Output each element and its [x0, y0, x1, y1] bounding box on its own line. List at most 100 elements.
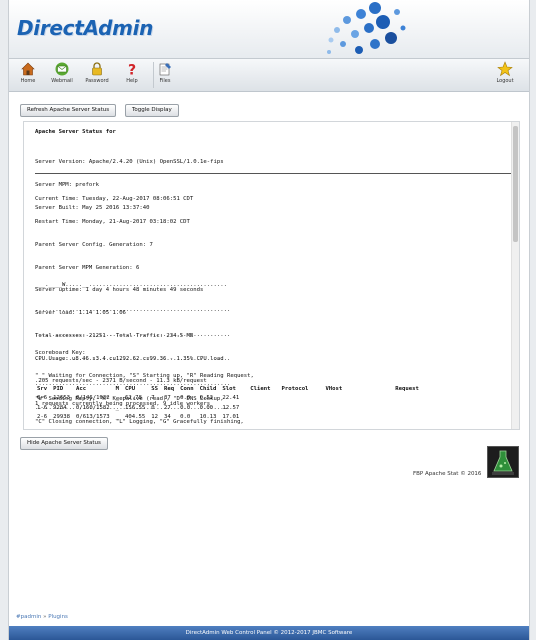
col-m: M [115, 385, 120, 392]
cell: 37 [163, 395, 171, 402]
cell [311, 394, 392, 404]
cell: 0.0 [180, 414, 191, 421]
scoreboard-key-line: "_" Waiting for Connection, "S" Starting… [35, 372, 254, 379]
plugin-badge-image [487, 446, 519, 478]
svg-text:?: ? [128, 63, 136, 78]
help-icon: ? [128, 63, 136, 78]
breadcrumb-root[interactable]: #padmin [16, 614, 41, 620]
scoreboard-line: .. [35, 429, 230, 430]
cell: 0/613/1573 [75, 414, 110, 421]
cell: 404.55 [125, 414, 146, 421]
status-title: Apache Server Status for [35, 129, 116, 135]
cell [392, 394, 422, 404]
breadcrumb-separator: » [43, 614, 47, 620]
breadcrumb: #padmin » Plugins [16, 614, 68, 620]
col-conn: Conn [180, 385, 194, 392]
col-ss: SS [151, 385, 158, 392]
breadcrumb-current[interactable]: Plugins [48, 614, 68, 620]
cell: 0.0 [180, 404, 191, 411]
refresh-status-button[interactable]: Refresh Apache Server Status [20, 104, 117, 117]
table-row: 1-6 9284 0/160/1582 _ 156.55 0 27 0.0 0.… [34, 403, 422, 413]
cell: 0/146/1932 [75, 395, 110, 402]
cell: 12653 [53, 395, 70, 402]
metric-restart-time: Restart Time: Monday, 21-Aug-2017 03:18:… [35, 218, 190, 225]
col-request: Request [395, 385, 419, 392]
server-version: Server Version: Apache/2.4.20 (Unix) Ope… [35, 159, 224, 166]
col-req: Req [163, 385, 175, 392]
col-protocol: Protocol [281, 385, 309, 392]
cell: 10.13 [199, 414, 217, 421]
cell: 0 [151, 404, 155, 411]
logout-icon [497, 61, 513, 77]
toolbar-label-home: Home [20, 78, 36, 84]
col-child: Child [199, 385, 217, 392]
cell [242, 413, 273, 423]
cell: _ [115, 414, 120, 421]
cell [392, 403, 422, 413]
toolbar-webmail[interactable]: Webmail [42, 61, 82, 84]
worker-table-header: Srv PID Acc M CPU SS Req Conn Child Slot… [34, 384, 422, 394]
cell: 1-6 [37, 404, 48, 411]
toolbar-password[interactable]: Password [77, 61, 117, 84]
cell: 7 [151, 395, 155, 402]
table-row: 2-6 29938 0/613/1573 _ 404.55 12 34 0.0 … [34, 413, 422, 423]
cell [392, 413, 422, 423]
col-slot: Slot [222, 385, 236, 392]
col-vhost: VHost [325, 385, 343, 392]
toolbar-label-files: Files [159, 78, 171, 84]
cell: _ [115, 404, 120, 411]
toggle-display-button[interactable]: Toggle Display [125, 104, 179, 117]
hide-status-button[interactable]: Hide Apache Server Status [20, 437, 108, 450]
logo-dots-graphic [327, 2, 406, 54]
toolbar-label-logout: Logout [496, 78, 514, 84]
cell [273, 413, 311, 423]
webmail-icon [55, 62, 69, 76]
cell: 34 [163, 414, 171, 421]
divider [35, 173, 513, 174]
copyright-bar: DirectAdmin Web Control Panel © 2012-201… [9, 626, 529, 640]
toolbar-logout[interactable]: Logout [485, 61, 525, 84]
plugin-credit: FBP Apache Stat © 2016 [413, 471, 482, 477]
header: DirectAdmin [9, 0, 529, 59]
scoreboard-line: ........................................… [35, 307, 231, 314]
cell: 0-6 [37, 395, 48, 402]
cell: 0.0 [180, 395, 191, 402]
col-srv: Srv [37, 385, 48, 392]
files-icon [159, 63, 171, 76]
worker-table: Srv PID Acc M CPU SS Req Conn Child Slot… [34, 384, 422, 422]
cell: 0.00 [199, 404, 214, 411]
scoreboard-line: ___.____W.....__........................… [35, 282, 227, 289]
cell [311, 413, 392, 423]
cell: 62.78 [125, 395, 142, 402]
cell [311, 403, 392, 413]
vertical-scrollbar[interactable] [511, 122, 519, 429]
toolbar-label-help: Help [126, 78, 138, 84]
home-icon [21, 62, 35, 76]
cell: _ [115, 395, 120, 402]
directadmin-logo[interactable]: DirectAdmin [17, 16, 153, 40]
scoreboard-key-title: Scoreboard Key: [35, 350, 86, 357]
table-row: 0-6 12653 0/146/1932 _ 62.78 7 37 0.0 0.… [34, 394, 422, 404]
cell: 27 [163, 404, 171, 411]
cell: 29938 [53, 414, 70, 421]
metric-current-time: Current Time: Tuesday, 22-Aug-2017 08:06… [35, 196, 194, 203]
cell: 12.57 [222, 404, 240, 411]
cell: 9284 [53, 404, 67, 411]
apache-status-panel[interactable]: Apache Server Status for Server Version:… [23, 121, 520, 430]
cell: 22.41 [222, 395, 240, 402]
metric-config-generation: Parent Server Config. Generation: 7 [35, 241, 153, 248]
toolbar-label-webmail: Webmail [51, 78, 73, 84]
cell: 0.52 [199, 395, 214, 402]
toolbar: Home Webmail Password ? Help Files Logou… [9, 59, 529, 92]
scrollbar-thumb[interactable] [513, 126, 518, 242]
cell: 17.01 [222, 414, 240, 421]
cell: 12 [151, 414, 158, 421]
toolbar-files[interactable]: Files [145, 61, 185, 84]
cell: 2-6 [37, 414, 48, 421]
cell [273, 403, 311, 413]
cell [273, 394, 311, 404]
col-acc: Acc [75, 385, 87, 392]
flask-icon [488, 447, 518, 477]
cell [242, 394, 273, 404]
col-cpu: CPU [125, 385, 136, 392]
